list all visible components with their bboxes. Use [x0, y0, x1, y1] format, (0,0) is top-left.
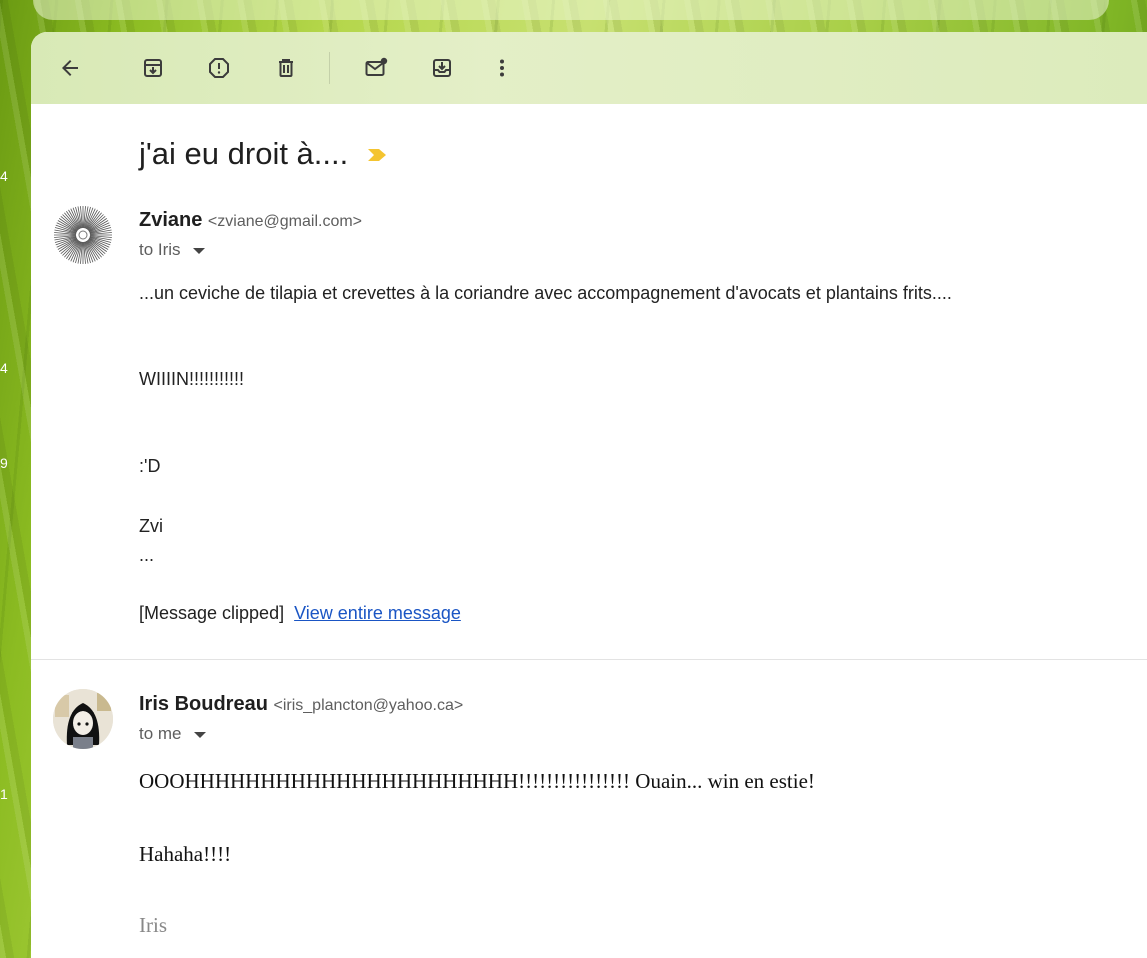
message-line: Hahaha!!!! [139, 842, 232, 866]
report-spam-button[interactable] [199, 48, 239, 88]
message-toolbar [31, 32, 1147, 104]
message-line: ...un ceviche de tilapia et crevettes à … [139, 283, 952, 303]
move-to-inbox-button[interactable] [422, 48, 462, 88]
trash-icon [279, 59, 293, 77]
report-spam-icon [209, 58, 229, 78]
message-line: ... [139, 545, 155, 565]
recipient-label: to Iris [139, 240, 181, 259]
move-to-inbox-icon [433, 59, 451, 77]
more-options-button[interactable] [482, 48, 522, 88]
importance-marker-icon[interactable] [366, 147, 388, 163]
side-count: 9 [0, 455, 8, 471]
subject-text: j'ai eu droit à.... [139, 136, 349, 171]
side-count: 1 [0, 786, 8, 802]
message-line: :'D [139, 456, 161, 476]
sender-line: Zviane <zviane@gmail.com> [139, 209, 362, 232]
recipient-dropdown[interactable]: to Iris [139, 240, 205, 260]
sender-email: <iris_plancton@yahoo.ca> [273, 697, 464, 714]
archive-button[interactable] [133, 48, 173, 88]
avatar[interactable] [53, 205, 113, 265]
delete-button[interactable] [266, 48, 306, 88]
sender-avatar-zviane [53, 205, 113, 265]
chevron-down-icon [192, 248, 205, 254]
mark-unread-icon [365, 57, 388, 76]
top-card-edge [33, 0, 1109, 20]
sender-avatar-iris [53, 689, 113, 749]
message-line: OOOHHHHHHHHHHHHHHHHHHHHHH!!!!!!!!!!!!!!!… [139, 769, 815, 793]
archive-icon [144, 59, 162, 77]
recipient-dropdown[interactable]: to me [139, 724, 206, 744]
back-button[interactable] [50, 48, 90, 88]
message-divider [31, 659, 1147, 660]
email-subject: j'ai eu droit à.... [139, 136, 388, 172]
recipient-label: to me [139, 724, 182, 743]
left-edge-counts: 4 4 9 1 [0, 0, 12, 958]
sender-line: Iris Boudreau <iris_plancton@yahoo.ca> [139, 693, 463, 716]
avatar[interactable] [53, 689, 113, 749]
sender-name[interactable]: Iris Boudreau [139, 693, 268, 715]
sender-name[interactable]: Zviane [139, 209, 202, 231]
more-vertical-icon [500, 59, 504, 77]
toolbar-separator [329, 52, 330, 84]
side-count: 4 [0, 168, 8, 184]
side-count: 4 [0, 360, 8, 376]
message-line: WIIIIN!!!!!!!!!!! [139, 369, 245, 389]
clipped-label: [Message clipped] [139, 603, 285, 623]
message-line: Zvi [139, 516, 163, 536]
clipped-notice: [Message clipped] View entire message [139, 603, 461, 624]
signature: Iris [139, 913, 167, 937]
email-view: j'ai eu droit à.... Zviane <zviane@gmail… [31, 32, 1147, 958]
sender-email: <zviane@gmail.com> [207, 213, 363, 230]
view-entire-message-link[interactable]: View entire message [294, 603, 461, 623]
chevron-down-icon [193, 732, 206, 738]
mark-unread-button[interactable] [356, 48, 396, 88]
arrow-left-icon [62, 60, 78, 76]
